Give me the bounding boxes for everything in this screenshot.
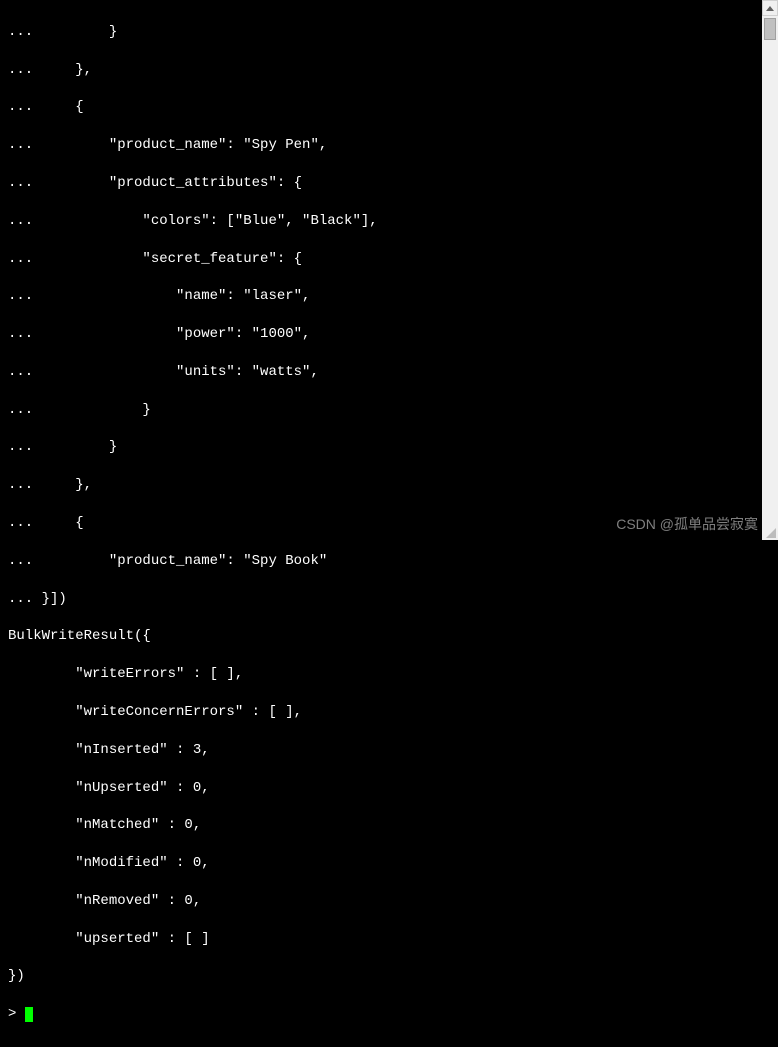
watermark-text: CSDN @孤单品尝寂寞 [616, 514, 758, 534]
code-line: "nMatched" : 0, [8, 816, 770, 835]
code-line: "nUpserted" : 0, [8, 779, 770, 798]
code-line: ... "name": "laser", [8, 287, 770, 306]
code-line: ... "product_name": "Spy Pen", [8, 136, 770, 155]
resize-handle-icon[interactable] [764, 526, 776, 538]
code-line: ... "power": "1000", [8, 325, 770, 344]
code-line: ... "colors": ["Blue", "Black"], [8, 212, 770, 231]
code-line: "writeErrors" : [ ], [8, 665, 770, 684]
code-line: ... } [8, 23, 770, 42]
code-line: ... }]) [8, 590, 770, 609]
scrollbar-arrow-up-icon[interactable] [762, 0, 778, 16]
prompt-line: > [8, 1005, 770, 1024]
code-line: ... }, [8, 476, 770, 495]
code-line: "nModified" : 0, [8, 854, 770, 873]
code-line: ... "product_name": "Spy Book" [8, 552, 770, 571]
code-line: ... "product_attributes": { [8, 174, 770, 193]
code-line: ... { [8, 98, 770, 117]
cursor-icon [25, 1007, 33, 1022]
code-line: "nRemoved" : 0, [8, 892, 770, 911]
code-line: ... } [8, 438, 770, 457]
code-line: ... }, [8, 61, 770, 80]
scrollbar-thumb[interactable] [764, 18, 776, 40]
code-line: BulkWriteResult({ [8, 627, 770, 646]
code-line: "writeConcernErrors" : [ ], [8, 703, 770, 722]
code-line: ... "units": "watts", [8, 363, 770, 382]
code-line: "upserted" : [ ] [8, 930, 770, 949]
code-line: ... } [8, 401, 770, 420]
scrollbar-track[interactable] [762, 0, 778, 540]
code-line: ... "secret_feature": { [8, 250, 770, 269]
prompt-symbol: > [8, 1006, 25, 1022]
code-line: "nInserted" : 3, [8, 741, 770, 760]
code-line: }) [8, 967, 770, 986]
